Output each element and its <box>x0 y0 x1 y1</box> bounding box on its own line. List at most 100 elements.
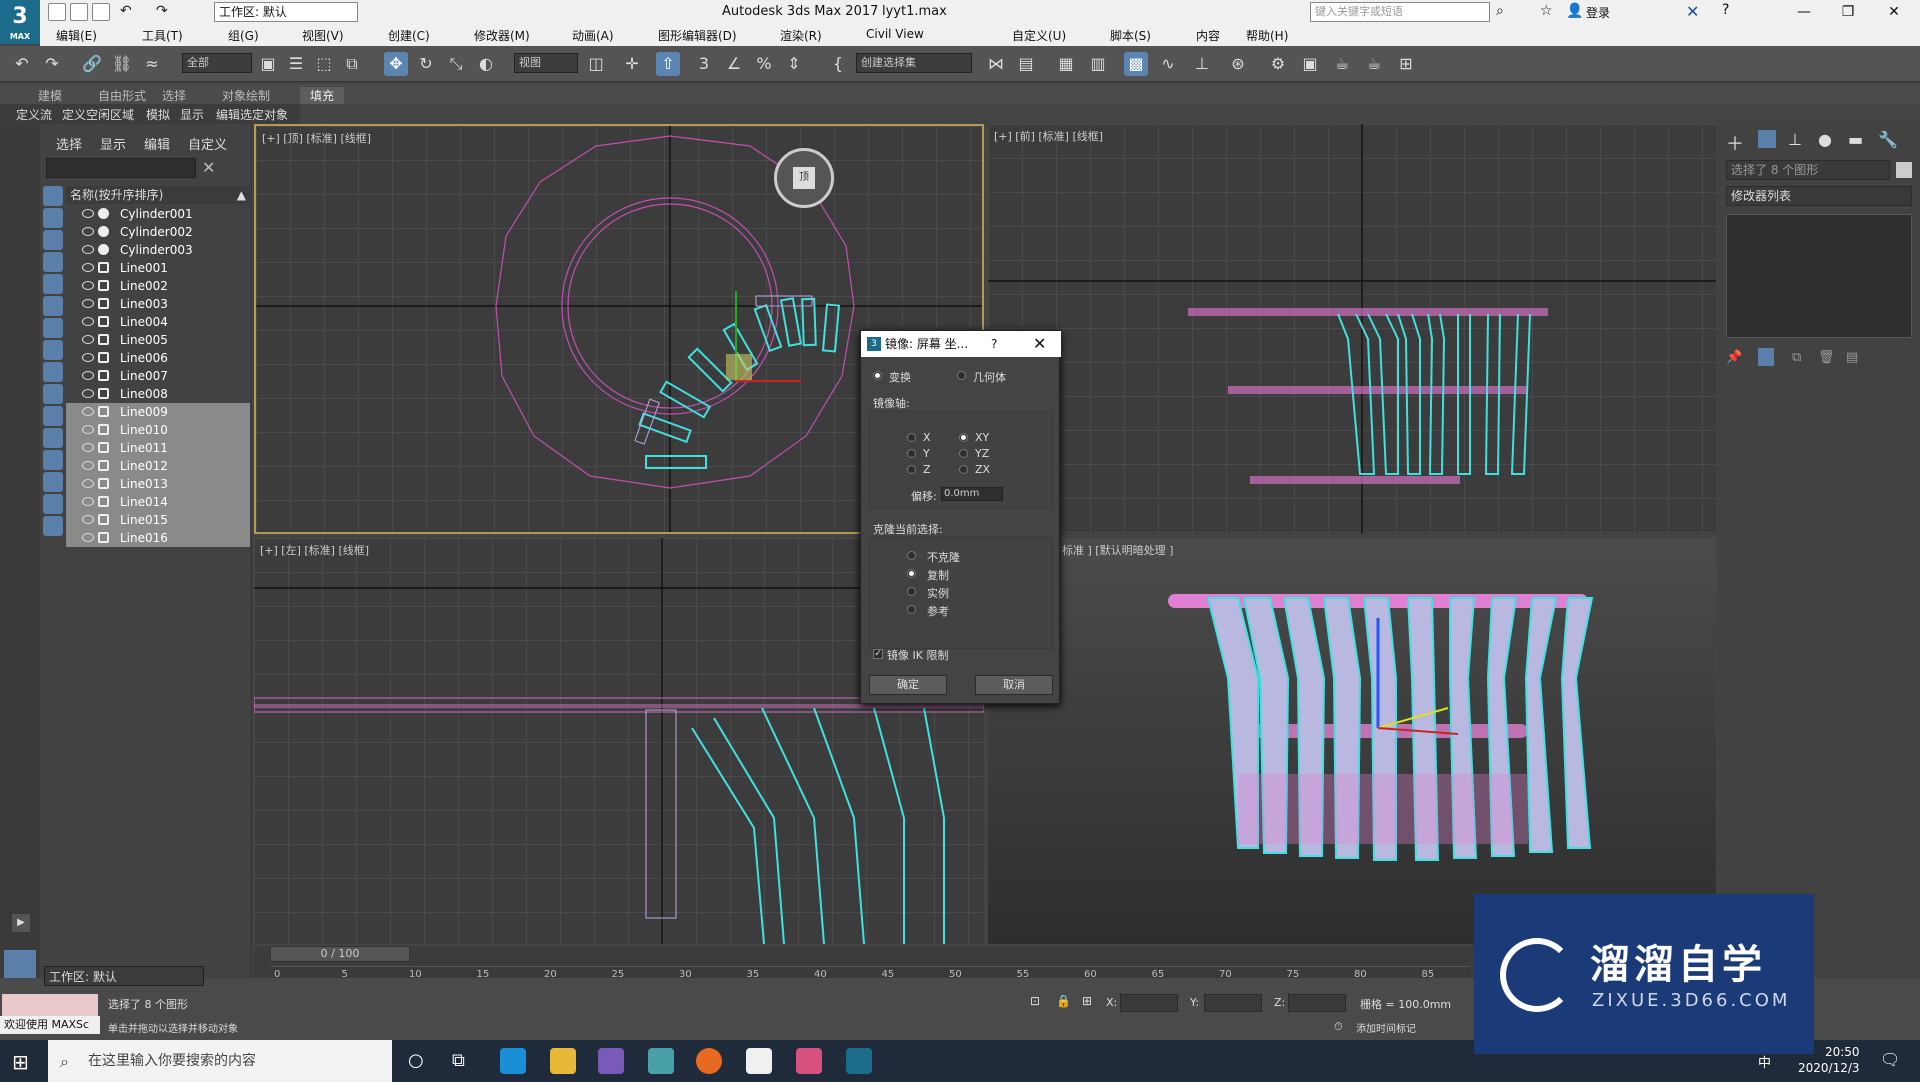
edit-named-sel-icon[interactable]: { <box>826 52 850 76</box>
viewport-perspective[interactable]: 标准 ] [默认明暗处理 ] <box>988 538 1716 944</box>
ribbon-tab[interactable]: 选择 <box>162 87 186 104</box>
sub-ribbon-item[interactable]: 定义空闲区域 <box>62 106 134 123</box>
edge-icon[interactable] <box>500 1048 526 1074</box>
scene-tab[interactable]: 编辑 <box>144 134 170 153</box>
clear-filter-icon[interactable]: ✕ <box>202 158 215 177</box>
scale-icon[interactable]: ⤡ <box>444 52 468 76</box>
scene-row[interactable]: Line012 <box>66 457 250 475</box>
filter-type-icon[interactable] <box>43 428 63 448</box>
visibility-eye-icon[interactable] <box>82 245 94 254</box>
visibility-eye-icon[interactable] <box>82 263 94 272</box>
select-by-name-icon[interactable]: ☰ <box>284 52 308 76</box>
visibility-eye-icon[interactable] <box>82 299 94 308</box>
ok-button[interactable]: 确定 <box>869 675 947 695</box>
offset-spinner[interactable]: 0.0mm <box>941 487 1003 501</box>
menu-item[interactable]: 内容 <box>1196 27 1220 44</box>
filter-type-icon[interactable] <box>43 450 63 470</box>
filter-type-icon[interactable] <box>43 230 63 250</box>
scene-row[interactable]: Cylinder003 <box>66 241 250 259</box>
task-view-icon[interactable]: ⧉ <box>452 1050 465 1071</box>
toggle-ribbon-icon[interactable]: ▥ <box>1086 52 1110 76</box>
axis-radio-z[interactable] <box>907 465 916 474</box>
modifier-list-select[interactable]: 修改器列表 <box>1726 186 1912 206</box>
clone-radio[interactable] <box>907 605 916 614</box>
align-icon[interactable]: ▤ <box>1014 52 1038 76</box>
scene-row[interactable]: Cylinder002 <box>66 223 250 241</box>
taskbar-search[interactable]: 在这里输入你要搜索的内容 <box>48 1040 392 1082</box>
sub-ribbon-item[interactable]: 定义流 <box>16 106 52 123</box>
menu-item[interactable]: 组(G) <box>228 27 259 44</box>
ribbon-tab[interactable]: 对象绘制 <box>222 87 270 104</box>
scene-row[interactable]: Cylinder001 <box>66 205 250 223</box>
add-time-tag[interactable]: 添加时间标记 <box>1356 1020 1416 1035</box>
notification-icon[interactable]: 🗨 <box>1880 1050 1900 1069</box>
axis-radio-x[interactable] <box>907 433 916 442</box>
render-frame-icon[interactable]: ▣ <box>1298 52 1322 76</box>
notepad-icon[interactable] <box>746 1048 772 1074</box>
remove-modifier-icon[interactable]: 🗑 <box>1818 350 1835 365</box>
visibility-eye-icon[interactable] <box>82 389 94 398</box>
firefox-icon[interactable] <box>696 1048 722 1074</box>
menu-item[interactable]: 修改器(M) <box>474 27 530 44</box>
workspace-select-bottom[interactable]: 工作区: 默认 <box>44 966 204 986</box>
menu-item[interactable]: 自定义(U) <box>1012 27 1066 44</box>
scene-tab[interactable]: 选择 <box>56 134 82 153</box>
scene-tab[interactable]: 显示 <box>100 134 126 153</box>
filter-type-icon[interactable] <box>43 472 63 492</box>
app-icon-2[interactable] <box>648 1048 674 1074</box>
scene-row[interactable]: Line009 <box>66 403 250 421</box>
visibility-eye-icon[interactable] <box>82 479 94 488</box>
windows-start-icon[interactable]: ⊞ <box>12 1050 29 1074</box>
viewcube-face-top[interactable]: 顶 <box>793 167 815 189</box>
visibility-eye-icon[interactable] <box>82 335 94 344</box>
user-icon[interactable]: 👤 <box>1566 3 1583 19</box>
new-file-icon[interactable] <box>48 3 66 21</box>
menu-item[interactable]: 动画(A) <box>572 27 614 44</box>
motion-tab-icon[interactable]: ● <box>1818 130 1832 149</box>
help-icon[interactable]: ? <box>1722 2 1729 18</box>
scene-row[interactable]: Line001 <box>66 259 250 277</box>
snaps-toggle-icon[interactable]: 3 <box>692 52 716 76</box>
visibility-eye-icon[interactable] <box>82 281 94 290</box>
angle-snap-icon[interactable]: ∠ <box>722 52 746 76</box>
scene-row[interactable]: Line015 <box>66 511 250 529</box>
mirror-dialog-titlebar[interactable]: 3 镜像: 屏幕 坐... ? ✕ <box>861 331 1061 357</box>
bind-spacewarp-icon[interactable]: ≈ <box>140 52 164 76</box>
close-button[interactable]: ✕ <box>1872 0 1916 24</box>
curve-editor-icon[interactable]: ∿ <box>1156 52 1180 76</box>
axis-radio-y[interactable] <box>907 449 916 458</box>
scene-row[interactable]: Line014 <box>66 493 250 511</box>
ref-coord-select[interactable]: 视图 <box>514 53 578 73</box>
hierarchy-tab-icon[interactable]: ⊥ <box>1788 130 1802 149</box>
filter-type-icon[interactable] <box>43 274 63 294</box>
ribbon-tab[interactable]: 自由形式 <box>98 87 146 104</box>
3dsmax-taskbar-icon[interactable] <box>846 1048 872 1074</box>
lock-selection-icon[interactable]: 🔒 <box>1056 994 1071 1008</box>
named-selection-select[interactable]: 创建选择集 <box>856 53 972 73</box>
move-icon[interactable]: ✥ <box>384 52 408 76</box>
save-file-icon[interactable] <box>92 3 110 21</box>
app-icon-1[interactable] <box>598 1048 624 1074</box>
workspace-select[interactable]: 工作区: 默认 <box>214 2 358 22</box>
object-color-swatch[interactable] <box>1896 162 1912 178</box>
add-time-tag-icon[interactable]: ⏱ <box>1334 1020 1343 1034</box>
viewport-front[interactable]: [+] [前] [标准] [线框] <box>988 124 1716 534</box>
configure-sets-icon[interactable]: ▤ <box>1846 350 1858 365</box>
select-object-icon[interactable]: ▣ <box>256 52 280 76</box>
star-icon[interactable]: ☆ <box>1540 3 1553 19</box>
visibility-eye-icon[interactable] <box>82 515 94 524</box>
link-icon[interactable]: 🔗 <box>80 52 104 76</box>
undo-tool-icon[interactable]: ↶ <box>10 52 34 76</box>
expand-layout-icon[interactable]: ▶ <box>12 914 30 932</box>
menu-item[interactable]: 帮助(H) <box>1246 27 1288 44</box>
menu-item[interactable]: 创建(C) <box>388 27 430 44</box>
filter-type-icon[interactable] <box>43 516 63 536</box>
modify-tab-icon[interactable] <box>1758 130 1776 148</box>
menu-item[interactable]: 编辑(E) <box>56 27 97 44</box>
cortana-icon[interactable]: ○ <box>408 1050 424 1071</box>
app-logo[interactable]: 3 MAX <box>0 0 40 44</box>
viewcube[interactable]: 顶 <box>774 148 834 208</box>
visibility-eye-icon[interactable] <box>82 317 94 326</box>
login-link[interactable]: 登录 <box>1586 4 1610 21</box>
filter-type-icon[interactable] <box>43 296 63 316</box>
